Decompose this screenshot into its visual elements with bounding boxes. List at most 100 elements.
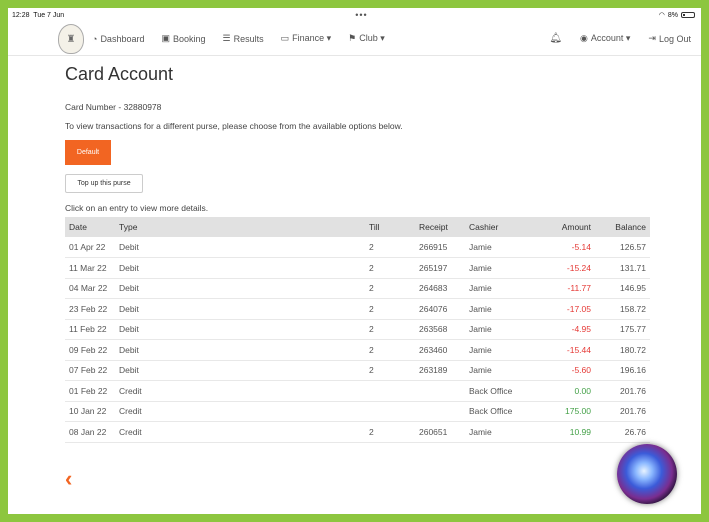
nav-item-results[interactable]: ☰ Results	[223, 33, 264, 44]
table-row[interactable]: 11 Mar 22 Debit 2 265197 Jamie -15.24 131.71	[65, 257, 650, 279]
table-cell: Jamie	[465, 360, 535, 381]
logout-label: Log Out	[658, 33, 691, 44]
topup-button[interactable]: Top up this purse	[65, 174, 143, 193]
table-row[interactable]: 01 Apr 22 Debit 2 266915 Jamie -5.14 126.57	[65, 237, 650, 258]
page-title: Card Account	[65, 64, 174, 84]
table-cell: Credit	[115, 380, 365, 402]
table-row[interactable]: 11 Feb 22 Debit 2 263568 Jamie -4.95 175.77	[65, 319, 650, 340]
table-cell: Credit	[115, 421, 365, 443]
status-date: Tue 7 Jun	[33, 11, 65, 19]
column-header: Balance	[615, 222, 646, 232]
top-navbar: ♜ ◔ Dashboard ▣ Booking ☰ Results ▭ Finance ▾ ⚑ C…	[8, 22, 701, 56]
club-logo[interactable]: ♜	[58, 24, 84, 54]
table-row[interactable]: 04 Mar 22 Debit 2 264683 Jamie -11.77 146.95	[65, 278, 650, 299]
account-label: Account ▾	[590, 33, 631, 43]
table-cell: 10.99	[535, 421, 595, 443]
ipad-screen: 12:28 Tue 7 Jun ••• ◠ 8% ♜ ◔ Dashboard ▣ Bo…	[8, 8, 701, 514]
wifi-icon: ◠	[658, 12, 665, 19]
table-cell: Back Office	[465, 380, 535, 402]
table-cell: Jamie	[465, 421, 535, 443]
table-cell	[365, 401, 415, 422]
table-cell: 09 Feb 22	[65, 339, 115, 361]
dashboard-icon: ◔	[92, 33, 98, 44]
table-cell: 2	[365, 278, 415, 299]
table-cell: Debit	[115, 339, 365, 361]
table-cell: 196.16	[595, 360, 650, 381]
table-cell: 266915	[415, 237, 465, 258]
nav-item-label: Booking	[172, 33, 206, 44]
list-icon: ☰	[222, 33, 231, 43]
table-cell: 264076	[415, 298, 465, 320]
column-header: Cashier	[469, 222, 499, 232]
table-cell: 04 Mar 22	[65, 278, 115, 299]
table-cell: 263189	[415, 360, 465, 381]
main-content: Card Account Card Number - 32880978 To v…	[8, 64, 701, 443]
battery-percent: 8%	[667, 11, 678, 19]
column-header: Receipt	[419, 222, 448, 232]
table-cell: 264683	[415, 278, 465, 299]
table-cell: 263460	[415, 339, 465, 361]
table-cell: -11.77	[535, 278, 595, 299]
nav-item-label: Club ▾	[359, 33, 385, 43]
logout-link[interactable]: ⇥ Log Out	[648, 33, 691, 44]
table-row[interactable]: 01 Feb 22 Credit Back Office 0.00 201.76	[65, 380, 650, 402]
table-cell: 10 Jan 22	[65, 401, 115, 422]
battery-icon	[680, 12, 695, 18]
table-cell: Jamie	[465, 339, 535, 361]
table-cell: 2	[365, 339, 415, 361]
nav-item-finance[interactable]: ▭ Finance ▾	[281, 33, 332, 44]
nav-menu: ◔ Dashboard ▣ Booking ☰ Results ▭ Finance ▾ ⚑ Clu…	[92, 33, 385, 44]
nav-item-label: Finance ▾	[292, 33, 332, 43]
table-cell: 131.71	[595, 257, 650, 279]
table-cell: 201.76	[595, 401, 650, 422]
table-cell: 201.76	[595, 380, 650, 402]
back-chevron-icon[interactable]: ‹	[65, 468, 72, 490]
table-cell: 2	[365, 360, 415, 381]
calendar-icon: ▣	[161, 33, 170, 43]
table-cell: 2	[365, 298, 415, 320]
flag-icon: ⚑	[348, 33, 357, 43]
table-cell: 23 Feb 22	[65, 298, 115, 320]
table-header-row: Date Type Till Receipt Cashier Amount Balance	[65, 217, 650, 237]
table-cell: 146.95	[595, 278, 650, 299]
table-cell: -4.95	[535, 319, 595, 340]
table-row[interactable]: 23 Feb 22 Debit 2 264076 Jamie -17.05 158.72	[65, 298, 650, 320]
table-cell: Credit	[115, 401, 365, 422]
table-cell: Debit	[115, 360, 365, 381]
status-bar: 12:28 Tue 7 Jun ••• ◠ 8%	[8, 8, 701, 22]
table-cell: -17.05	[535, 298, 595, 320]
account-menu[interactable]: ◉ Account ▾	[580, 33, 630, 44]
table-cell: Jamie	[465, 257, 535, 279]
table-cell: Jamie	[465, 237, 535, 258]
table-cell: 175.77	[595, 319, 650, 340]
table-cell: 175.00	[535, 401, 595, 422]
column-header: Date	[69, 222, 87, 232]
nav-item-club[interactable]: ⚑ Club ▾	[348, 33, 385, 44]
table-cell: Debit	[115, 257, 365, 279]
table-cell: 263568	[415, 319, 465, 340]
table-cell: 2	[365, 257, 415, 279]
table-cell: 2	[365, 421, 415, 443]
nav-item-booking[interactable]: ▣ Booking	[161, 33, 205, 44]
table-cell: 11 Mar 22	[65, 257, 115, 279]
status-right: ◠ 8%	[659, 11, 695, 19]
table-cell: Jamie	[465, 278, 535, 299]
logout-icon: ⇥	[648, 33, 656, 43]
column-header: Till	[369, 222, 380, 232]
default-purse-button[interactable]: Default	[65, 140, 111, 165]
table-cell: -15.44	[535, 339, 595, 361]
table-cell: 11 Feb 22	[65, 319, 115, 340]
purse-instructions: To view transactions for a different pur…	[65, 121, 403, 131]
table-row[interactable]: 10 Jan 22 Credit Back Office 175.00 201.76	[65, 401, 650, 422]
nav-item-dashboard[interactable]: ◔ Dashboard	[92, 33, 144, 44]
table-cell: 180.72	[595, 339, 650, 361]
user-icon: ◉	[580, 33, 588, 43]
table-cell: 158.72	[595, 298, 650, 320]
table-row[interactable]: 07 Feb 22 Debit 2 263189 Jamie -5.60 196.16	[65, 360, 650, 381]
multitask-dots[interactable]: •••	[355, 10, 367, 20]
table-row[interactable]: 08 Jan 22 Credit 2 260651 Jamie 10.99 26.76	[65, 421, 650, 443]
bell-icon[interactable]: 🔔︎	[549, 33, 562, 44]
card-number: Card Number - 32880978	[65, 102, 162, 112]
siri-orb-icon[interactable]	[617, 444, 677, 504]
table-row[interactable]: 09 Feb 22 Debit 2 263460 Jamie -15.44 180.72	[65, 339, 650, 361]
